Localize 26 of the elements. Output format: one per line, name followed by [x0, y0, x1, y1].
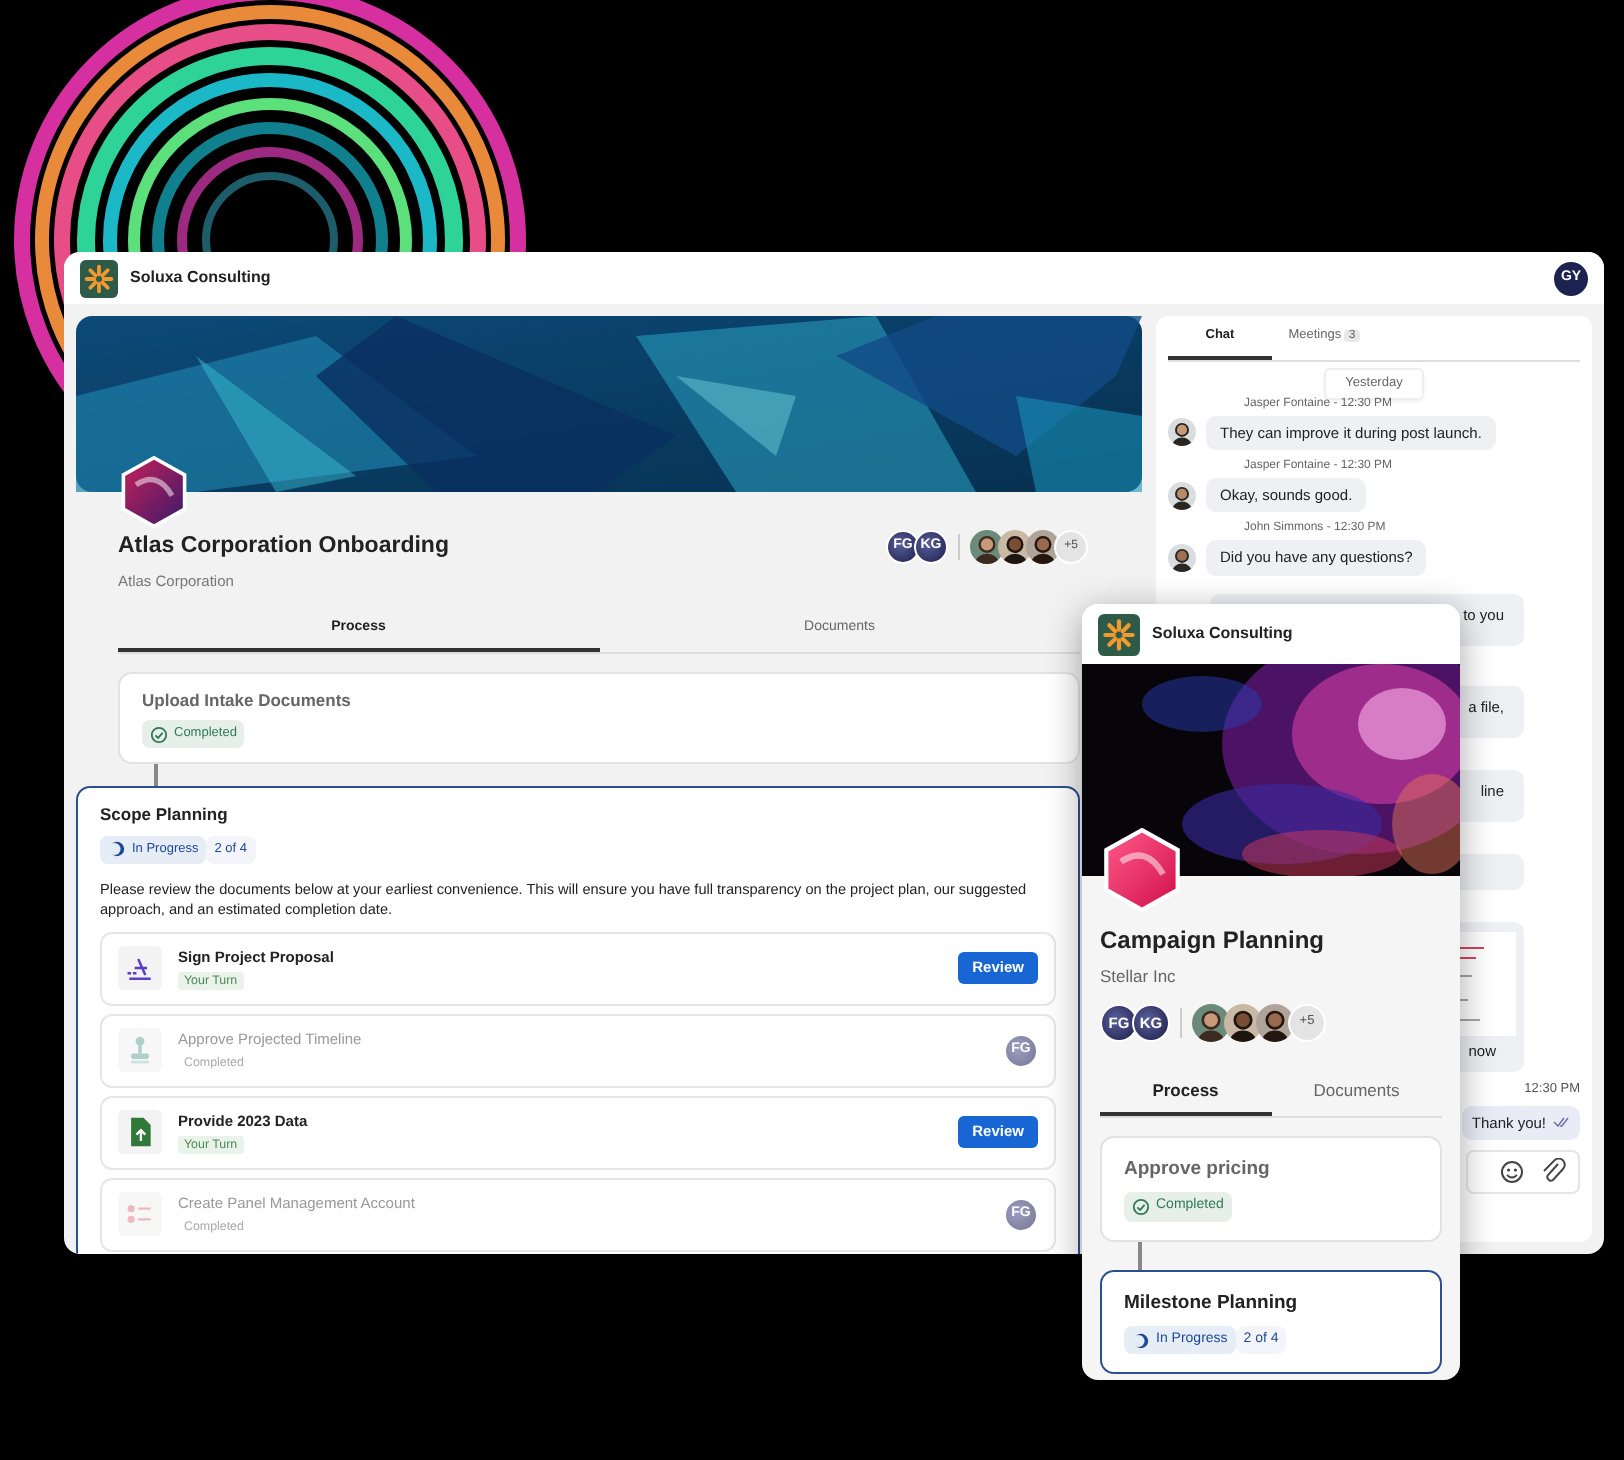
- logo-icon: [1098, 613, 1140, 655]
- person-avatar: [1256, 1003, 1294, 1042]
- person-avatar: [1168, 543, 1196, 572]
- person-avatar: [1168, 418, 1196, 447]
- company-logo-icon: [1100, 828, 1184, 912]
- read-receipt-icon: [1552, 1114, 1570, 1131]
- person-avatar: [1168, 481, 1196, 510]
- progress-icon: [108, 840, 126, 859]
- client-name: Stellar Inc: [1100, 964, 1176, 990]
- stage-title: Upload Intake Documents: [142, 687, 353, 713]
- stage-title: Approve pricing: [1124, 1155, 1272, 1184]
- project-title: Campaign Planning: [1100, 924, 1325, 958]
- emoji-icon: [1500, 1159, 1524, 1184]
- check-circle-icon: [150, 725, 168, 744]
- progress-icon: [1132, 1331, 1150, 1349]
- person-avatar: [1192, 1003, 1230, 1042]
- message-input[interactable]: [1466, 1149, 1580, 1194]
- project-title: Atlas Corporation Onboarding: [118, 532, 449, 562]
- attachment-icon: [1540, 1158, 1566, 1185]
- tab[interactable]: Documents: [1271, 1071, 1442, 1116]
- check-circle-icon: [1132, 1197, 1150, 1216]
- stage-title: Milestone Planning: [1124, 1289, 1300, 1317]
- person-avatar: [1224, 1003, 1262, 1042]
- tab[interactable]: Process: [1100, 1071, 1271, 1116]
- person-avatar: [1026, 530, 1060, 564]
- stage-title: Scope Planning: [100, 802, 230, 828]
